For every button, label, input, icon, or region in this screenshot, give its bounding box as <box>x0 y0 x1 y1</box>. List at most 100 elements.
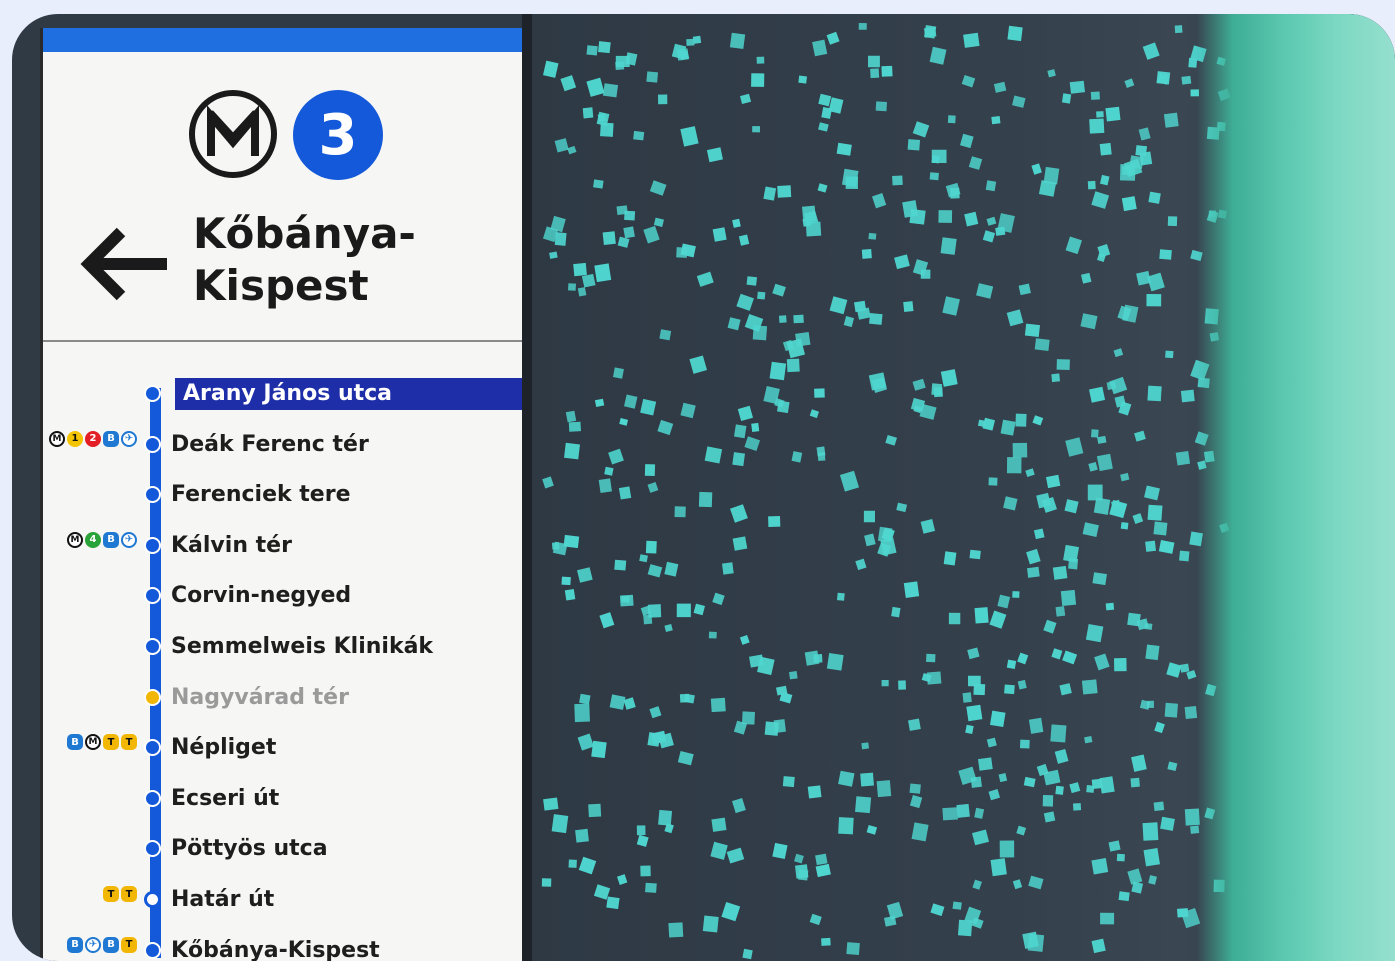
wall-dot <box>643 225 660 244</box>
wall-dot <box>722 562 734 575</box>
wall-dot <box>664 624 673 632</box>
wall-dot <box>704 446 723 464</box>
4-transfer-icon: 4 <box>85 531 101 548</box>
wall-dot <box>712 592 725 606</box>
tram-transfer-icon: T <box>121 886 137 902</box>
wall-dot <box>1085 624 1104 643</box>
station-row: Kőbánya-Kispest B ✈ B T <box>43 935 525 961</box>
wall-dot <box>1096 111 1104 118</box>
wall-dot <box>869 313 883 325</box>
wall-dot <box>1052 565 1068 580</box>
wall-dot <box>1028 875 1044 890</box>
station-name: Határ út <box>171 887 275 912</box>
wall-dot <box>676 603 691 618</box>
wall-dot <box>1180 389 1195 403</box>
wall-dot <box>734 424 747 439</box>
wall-dot <box>1146 700 1155 708</box>
wall-dot <box>798 869 809 881</box>
wall-dot <box>809 409 819 419</box>
bus-transfer-icon: B <box>67 734 83 751</box>
wall-dot <box>1146 294 1162 307</box>
wall-dot <box>826 31 840 45</box>
transfer-icons: M 1 2 B ✈ <box>49 430 137 447</box>
transfer-icons: B ✈ B T <box>67 936 137 953</box>
wall-dot <box>664 561 679 577</box>
wall-dot <box>891 606 901 618</box>
wall-dot <box>658 809 673 826</box>
wall-dot <box>1094 653 1110 671</box>
wall-dot <box>1006 457 1022 474</box>
wall-dot <box>702 915 719 933</box>
closed-station-icon <box>144 688 161 706</box>
wall-dot <box>739 635 750 645</box>
wall-dot <box>617 236 630 248</box>
wall-dot <box>577 733 594 751</box>
wall-dot <box>909 208 926 225</box>
wall-dot <box>1124 78 1135 88</box>
wall-dot <box>1025 468 1035 477</box>
wall-dot <box>680 126 699 147</box>
wall-dot <box>1167 216 1178 227</box>
wall-dot <box>942 807 958 821</box>
station-node-icon <box>144 587 161 605</box>
wall-dot <box>602 83 619 98</box>
metro-transfer-icon: M <box>85 734 101 751</box>
wall-dot <box>647 564 663 578</box>
bus-transfer-icon: B <box>103 936 119 953</box>
wall-dot <box>773 719 786 734</box>
wall-dot <box>1160 816 1175 831</box>
wall-dot <box>818 122 829 132</box>
wall-dot <box>942 296 960 316</box>
airport-transfer-icon: ✈ <box>121 531 137 548</box>
station-node-icon <box>144 638 161 655</box>
wall-dot <box>640 865 651 877</box>
wall-dot <box>962 692 972 703</box>
wall-dot <box>1027 566 1040 578</box>
wall-dot <box>1132 513 1144 525</box>
wall-dot <box>940 237 957 255</box>
wall-dot <box>640 398 657 416</box>
wall-dot <box>870 68 880 79</box>
line-number-badge: 3 <box>293 90 383 180</box>
wall-dot <box>732 218 741 228</box>
wall-dot <box>674 506 686 518</box>
wall-dot <box>907 139 921 151</box>
airport-transfer-icon: ✈ <box>121 430 137 447</box>
wall-dot <box>1082 522 1099 537</box>
wall-dot <box>1087 180 1096 190</box>
wall-dot <box>749 654 764 668</box>
wall-dot <box>1055 606 1066 617</box>
wall-dot <box>668 922 684 938</box>
wall-dot <box>863 510 875 523</box>
wall-dot <box>821 937 831 946</box>
tram-transfer-icon: T <box>103 734 119 751</box>
wall-dot <box>841 168 859 187</box>
wall-dot <box>565 410 577 423</box>
wall-dot <box>1147 504 1163 521</box>
wall-dot <box>985 180 997 192</box>
wall-dot <box>657 419 674 436</box>
wall-dot <box>1166 662 1182 678</box>
wall-dot <box>1105 106 1121 122</box>
wall-dot <box>861 742 870 750</box>
wall-dot <box>829 296 848 315</box>
wall-dot <box>1099 142 1112 156</box>
station-row: Pöttyös utca <box>43 833 525 869</box>
wall-dot <box>912 378 926 391</box>
wall-dot <box>772 842 788 860</box>
wall-dot <box>990 858 1007 877</box>
wall-dot <box>551 814 569 834</box>
wall-dot <box>817 452 826 461</box>
wall-dot <box>568 859 577 868</box>
wall-dot <box>639 554 648 563</box>
wall-dot <box>1027 933 1045 952</box>
wall-dot <box>729 32 746 50</box>
wall-dot <box>972 879 982 890</box>
station-name: Nagyvárad tér <box>171 684 349 710</box>
station-row: Deák Ferenc tér M 1 2 B ✈ <box>43 429 525 465</box>
wall-dot <box>1145 644 1160 661</box>
wall-dot <box>961 75 976 88</box>
wall-dot <box>633 130 645 141</box>
wall-dot <box>752 126 760 133</box>
wall-dot <box>752 325 768 341</box>
